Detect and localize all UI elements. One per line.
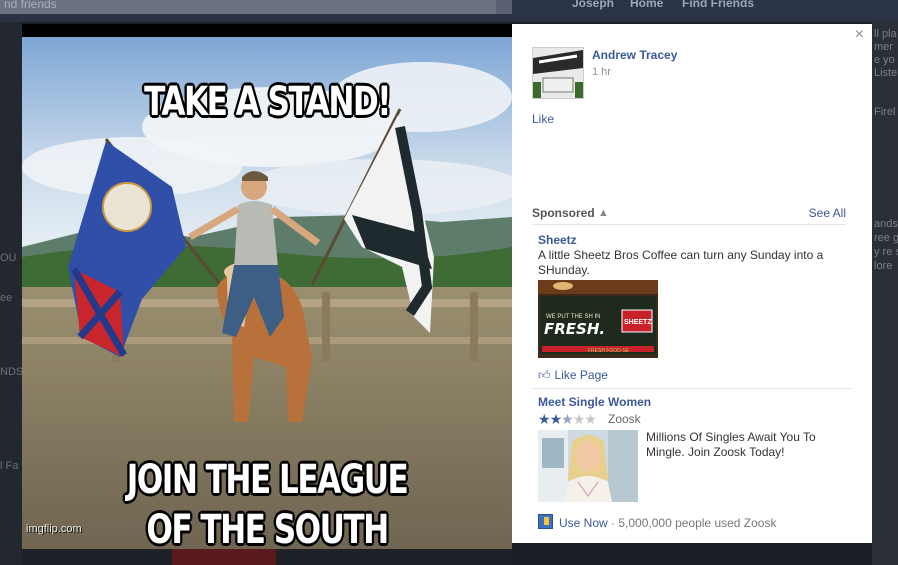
star-rating: ★★★★★	[538, 411, 597, 428]
ad-body-zoosk[interactable]: Millions Of Singles Await You To Mingle.…	[646, 430, 846, 460]
photo-viewer[interactable]: TAKE A STAND! JOIN THE LEAGUE OF THE SOU…	[22, 24, 512, 549]
background-left-text: NDS	[0, 366, 22, 378]
background-right-text: ands	[874, 218, 898, 230]
see-all-link[interactable]: See All	[809, 206, 846, 220]
sponsored-label: Sponsored	[532, 206, 595, 220]
background-right-text: y re s	[874, 246, 898, 258]
background-nav-find-friends: Find Friends	[682, 0, 754, 10]
post-author[interactable]: Andrew Tracey	[592, 48, 677, 62]
avatar-image	[533, 48, 583, 98]
background-right-text: ll pla	[874, 28, 897, 40]
background-nav-profile: Joseph	[572, 0, 615, 10]
sheetz-logo-text: SHEETZ	[624, 319, 652, 326]
background-left-text: ee	[0, 292, 13, 304]
sheetz-ad-graphic: WE PUT THE SH IN FRESH. SHEETZ FRESH FOO…	[538, 280, 658, 358]
star-empty-icon: ★	[584, 411, 597, 427]
ad-brand-zoosk: Zoosk	[608, 412, 641, 426]
background-right-text: e yo	[874, 54, 895, 66]
megaphone-icon: ▲	[598, 207, 609, 219]
background-right-text: Firel	[874, 106, 896, 118]
star-empty-icon: ★	[572, 411, 586, 427]
meme-bottom-line-2: OF THE SOUTH	[146, 507, 389, 549]
background-right-text: mer	[874, 41, 893, 53]
app-usage-count: · 5,000,000 people used Zoosk	[607, 516, 777, 530]
use-now-row: Use Now · 5,000,000 people used Zoosk	[538, 514, 776, 530]
zoosk-ad-photo	[538, 430, 638, 502]
background-search-text: nd friends	[4, 0, 57, 11]
photo-side-panel: × Andrew Tracey 1 hr Like Sponsored ▲ Se…	[512, 24, 872, 543]
background-right-text: Liste	[874, 67, 898, 79]
sponsored-header: Sponsored ▲ See All	[532, 206, 846, 225]
star-half-icon: ★	[561, 411, 574, 427]
background-right-text: ree g	[874, 232, 898, 244]
like-page-button[interactable]: 👍︎ Like Page	[538, 368, 608, 383]
like-page-label: Like Page	[554, 368, 608, 382]
background-nav-home: Home	[630, 0, 664, 10]
ad-divider	[532, 388, 852, 389]
thumbs-up-icon: 👍︎	[538, 368, 551, 382]
star-icon: ★	[549, 411, 563, 427]
background-left-text: OU	[0, 252, 17, 264]
meme-top-text: TAKE A STAND!	[144, 79, 391, 125]
search-icon	[496, 0, 512, 14]
ad-title-zoosk[interactable]: Meet Single Women	[538, 395, 651, 409]
post-time[interactable]: 1 hr	[592, 66, 611, 78]
sheetz-footer-text: FRESH FOOD-SE	[588, 348, 630, 354]
imgflip-watermark: imgflip.com	[26, 523, 82, 535]
meme-photo[interactable]: TAKE A STAND! JOIN THE LEAGUE OF THE SOU…	[22, 37, 512, 549]
star-icon: ★	[538, 411, 551, 427]
ad-image-sheetz[interactable]: WE PUT THE SH IN FRESH. SHEETZ FRESH FOO…	[538, 280, 658, 358]
ad-title-sheetz[interactable]: Sheetz	[538, 233, 577, 247]
meme-bottom-line-1: JOIN THE LEAGUE	[126, 457, 409, 503]
background-search-box: nd friends	[0, 0, 512, 14]
avatar[interactable]	[532, 47, 584, 99]
background-left-text: l Fa	[0, 460, 19, 472]
background-right-text: lore	[874, 260, 893, 272]
close-icon[interactable]: ×	[855, 26, 864, 44]
use-now-link[interactable]: Use Now	[559, 516, 608, 530]
background-right-column	[872, 22, 898, 565]
like-link[interactable]: Like	[532, 112, 554, 126]
meme-bottom-text: JOIN THE LEAGUE OF THE SOUTH	[76, 455, 458, 549]
app-icon	[538, 514, 553, 529]
ad-image-zoosk[interactable]	[538, 430, 638, 502]
sheetz-fresh-text: FRESH.	[544, 320, 605, 338]
ad-body-sheetz[interactable]: A little Sheetz Bros Coffee can turn any…	[538, 248, 838, 278]
